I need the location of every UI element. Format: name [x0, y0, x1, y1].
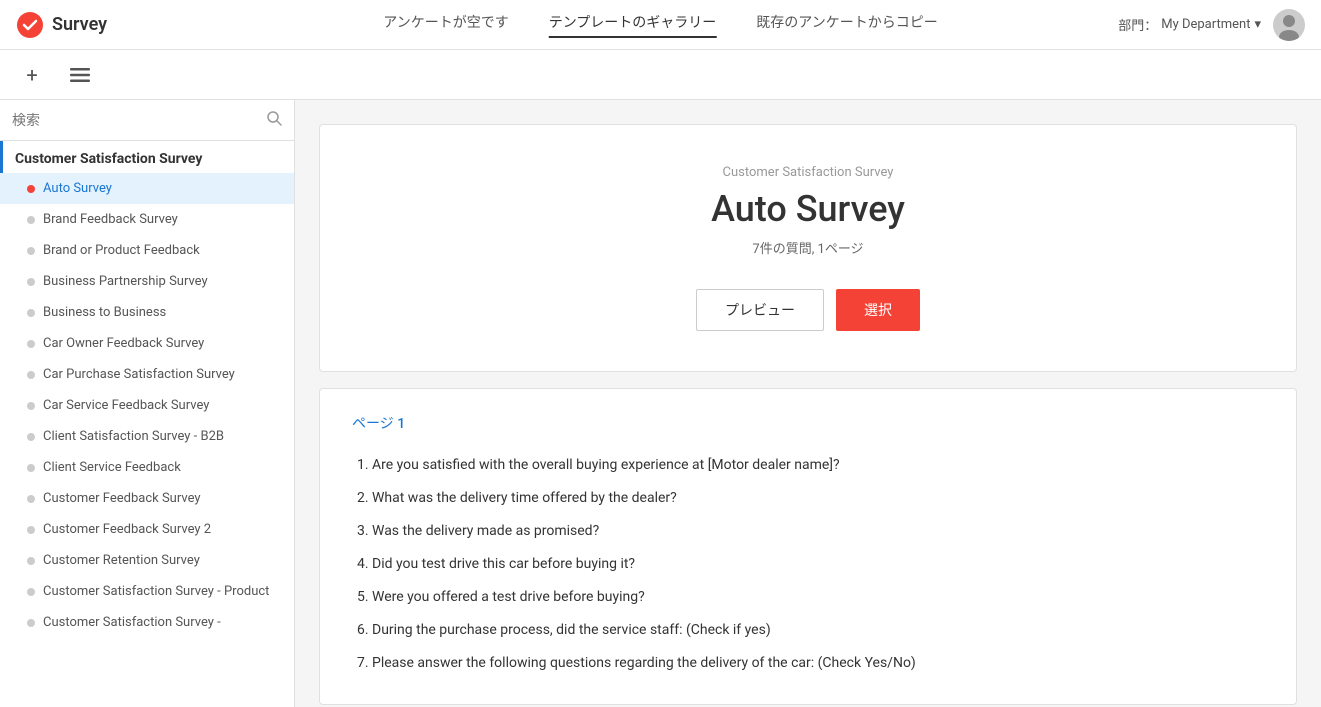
question-item: Are you satisfied with the overall buyin…	[372, 449, 1264, 482]
header-right: 部門： My Department ▾	[1118, 9, 1305, 41]
sidebar-group-header: Customer Satisfaction Survey	[0, 141, 294, 173]
sidebar-item-business-partnership[interactable]: Business Partnership Survey	[0, 266, 294, 297]
sidebar-dot	[27, 185, 35, 193]
header-tabs: アンケートが空です テンプレートのギャラリー 既存のアンケートからコピー	[383, 12, 938, 38]
sidebar-item-customer-satisfaction-2[interactable]: Customer Satisfaction Survey -	[0, 607, 294, 638]
department-selector[interactable]: 部門： My Department ▾	[1118, 15, 1261, 34]
avatar[interactable]	[1273, 9, 1305, 41]
sidebar-dot	[27, 464, 35, 472]
sidebar-item-label: Business to Business	[43, 305, 166, 320]
search-icon	[266, 110, 282, 130]
sidebar-item-label: Car Owner Feedback Survey	[43, 336, 204, 351]
sidebar-dot	[27, 495, 35, 503]
sidebar-item-customer-feedback-2[interactable]: Customer Feedback Survey 2	[0, 514, 294, 545]
sidebar-dot	[27, 371, 35, 379]
sidebar-item-label: Customer Feedback Survey 2	[43, 522, 211, 537]
search-bar	[0, 100, 294, 141]
sidebar-list: Customer Satisfaction Survey Auto Survey…	[0, 141, 294, 707]
preview-meta: 7件の質問, 1ページ	[344, 238, 1272, 257]
question-item: Please answer the following questions re…	[372, 647, 1264, 680]
sidebar-item-label: Brand Feedback Survey	[43, 212, 178, 227]
tab-gallery[interactable]: テンプレートのギャラリー	[549, 12, 717, 38]
main-layout: Customer Satisfaction Survey Auto Survey…	[0, 100, 1321, 707]
sidebar-dot	[27, 340, 35, 348]
sidebar-dot	[27, 278, 35, 286]
search-input[interactable]	[12, 112, 266, 128]
toolbar: +	[0, 50, 1321, 100]
sidebar-dot	[27, 216, 35, 224]
sidebar-item-customer-retention[interactable]: Customer Retention Survey	[0, 545, 294, 576]
sidebar: Customer Satisfaction Survey Auto Survey…	[0, 100, 295, 707]
sidebar-item-business-to-business[interactable]: Business to Business	[0, 297, 294, 328]
preview-category: Customer Satisfaction Survey	[344, 165, 1272, 180]
dept-name: My Department	[1161, 17, 1250, 32]
add-button[interactable]: +	[16, 59, 48, 91]
sidebar-item-label: Car Purchase Satisfaction Survey	[43, 367, 235, 382]
questions-card: ページ 1 Are you satisfied with the overall…	[319, 388, 1297, 705]
sidebar-item-label: Customer Satisfaction Survey -	[43, 615, 221, 630]
sidebar-item-label: Client Satisfaction Survey - B2B	[43, 429, 224, 444]
sidebar-item-brand-feedback[interactable]: Brand Feedback Survey	[0, 204, 294, 235]
header: Survey アンケートが空です テンプレートのギャラリー 既存のアンケートから…	[0, 0, 1321, 50]
menu-button[interactable]	[64, 59, 96, 91]
tab-copy[interactable]: 既存のアンケートからコピー	[756, 12, 937, 38]
sidebar-item-client-service[interactable]: Client Service Feedback	[0, 452, 294, 483]
logo: Survey	[16, 11, 107, 39]
chevron-down-icon: ▾	[1254, 17, 1261, 32]
sidebar-dot	[27, 247, 35, 255]
sidebar-dot	[27, 619, 35, 627]
sidebar-dot	[27, 309, 35, 317]
question-item: What was the delivery time offered by th…	[372, 482, 1264, 515]
question-item: During the purchase process, did the ser…	[372, 614, 1264, 647]
content-area: Customer Satisfaction Survey Auto Survey…	[295, 100, 1321, 707]
tab-empty[interactable]: アンケートが空です	[383, 12, 508, 38]
sidebar-item-label: Customer Feedback Survey	[43, 491, 201, 506]
sidebar-item-auto-survey[interactable]: Auto Survey	[0, 173, 294, 204]
sidebar-item-label: Brand or Product Feedback	[43, 243, 200, 258]
sidebar-item-customer-satisfaction-product[interactable]: Customer Satisfaction Survey - Product	[0, 576, 294, 607]
sidebar-item-car-purchase[interactable]: Car Purchase Satisfaction Survey	[0, 359, 294, 390]
page-label: ページ 1	[352, 413, 1264, 433]
logo-text: Survey	[52, 14, 107, 35]
sidebar-item-label: Car Service Feedback Survey	[43, 398, 209, 413]
questions-list: Are you satisfied with the overall buyin…	[352, 449, 1264, 680]
preview-buttons: プレビュー 選択	[344, 289, 1272, 331]
sidebar-item-customer-feedback[interactable]: Customer Feedback Survey	[0, 483, 294, 514]
question-item: Were you offered a test drive before buy…	[372, 581, 1264, 614]
sidebar-dot	[27, 433, 35, 441]
sidebar-item-car-owner[interactable]: Car Owner Feedback Survey	[0, 328, 294, 359]
sidebar-item-label: Customer Retention Survey	[43, 553, 200, 568]
question-item: Was the delivery made as promised?	[372, 515, 1264, 548]
sidebar-item-label: Business Partnership Survey	[43, 274, 208, 289]
preview-button[interactable]: プレビュー	[696, 289, 824, 331]
sidebar-item-brand-product[interactable]: Brand or Product Feedback	[0, 235, 294, 266]
sidebar-item-client-satisfaction-b2b[interactable]: Client Satisfaction Survey - B2B	[0, 421, 294, 452]
question-item: Did you test drive this car before buyin…	[372, 548, 1264, 581]
sidebar-item-car-service[interactable]: Car Service Feedback Survey	[0, 390, 294, 421]
sidebar-item-label: Auto Survey	[43, 181, 112, 196]
preview-card: Customer Satisfaction Survey Auto Survey…	[319, 124, 1297, 372]
sidebar-dot	[27, 588, 35, 596]
sidebar-dot	[27, 526, 35, 534]
sidebar-dot	[27, 402, 35, 410]
preview-title: Auto Survey	[344, 188, 1272, 230]
select-button[interactable]: 選択	[836, 289, 920, 331]
sidebar-item-label: Client Service Feedback	[43, 460, 181, 475]
dept-label: 部門：	[1118, 15, 1157, 34]
sidebar-dot	[27, 557, 35, 565]
logo-icon	[16, 11, 44, 39]
sidebar-item-label: Customer Satisfaction Survey - Product	[43, 584, 269, 599]
